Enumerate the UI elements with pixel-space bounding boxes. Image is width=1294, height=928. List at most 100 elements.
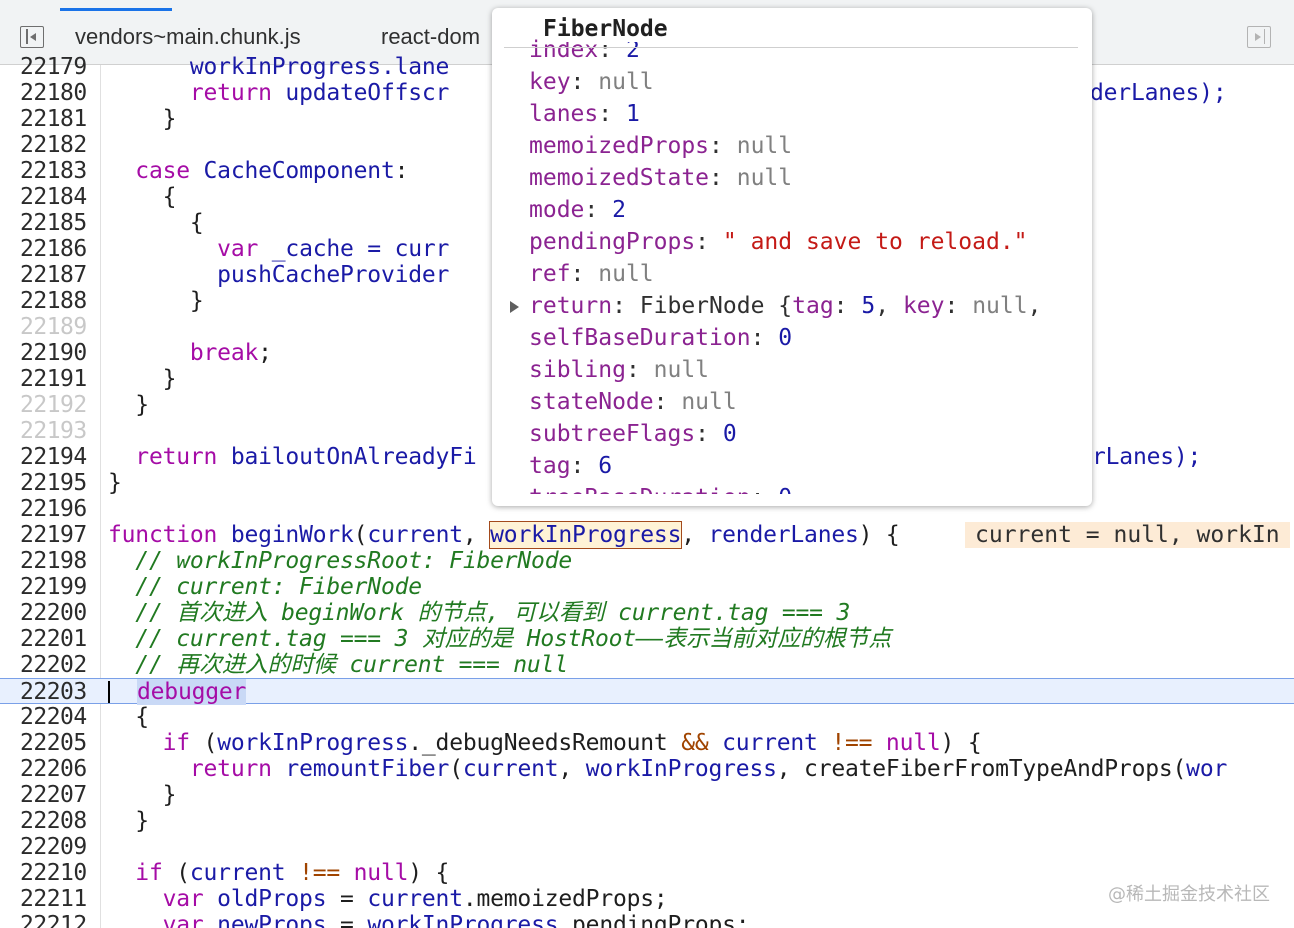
line-number[interactable]: 22196 (20, 496, 92, 522)
code-line: 22199 // current: FiberNode (0, 574, 1294, 600)
line-text: } (108, 106, 177, 132)
property-row: memoizedProps: null (529, 133, 793, 159)
line-number[interactable]: 22185 (20, 210, 92, 236)
line-number[interactable]: 22184 (20, 184, 92, 210)
line-text: debugger (137, 679, 246, 705)
property-row: tag: 6 (529, 453, 613, 479)
line-number[interactable]: 22203 (20, 679, 92, 705)
property-row: lanes: 1 (529, 101, 640, 127)
current-execution-line: 22203 debugger (0, 678, 1294, 705)
tab-vendors-chunk[interactable]: vendors~main.chunk.js (75, 24, 301, 50)
line-comment: // 再次进入的时候 current === null (108, 652, 568, 678)
line-text: } (108, 782, 177, 808)
property-row: memoizedState: null (529, 165, 793, 191)
code-line: 22208 } (0, 808, 1294, 834)
toggle-debugger-sidebar-icon[interactable] (1247, 26, 1271, 48)
code-line: 22209 (0, 834, 1294, 860)
line-text: return updateOffscr (108, 80, 450, 106)
code-line: 22211 var oldProps = current.memoizedPro… (0, 886, 1294, 912)
line-number[interactable]: 22190 (20, 340, 92, 366)
line-text: var newProps = workInProgress.pendingPro… (108, 912, 750, 928)
line-number[interactable]: 22181 (20, 106, 92, 132)
line-text: var _cache = curr (108, 236, 450, 262)
line-text: } (108, 288, 204, 314)
line-comment: // current.tag === 3 对应的是 HostRoot——表示当前… (108, 626, 892, 652)
tab-react-dom[interactable]: react-dom (381, 24, 480, 50)
popover-divider (504, 47, 1078, 48)
line-text: { (108, 210, 204, 236)
line-number[interactable]: 22212 (20, 912, 92, 928)
line-number[interactable]: 22207 (20, 782, 92, 808)
property-row: ref: null (529, 261, 654, 287)
line-number[interactable]: 22186 (20, 236, 92, 262)
property-row: subtreeFlags: 0 (529, 421, 737, 447)
code-line: 22197 function beginWork(current, workIn… (0, 521, 1294, 549)
line-number[interactable]: 22208 (20, 808, 92, 834)
popover-properties[interactable]: index: 2 key: null lanes: 1 memoizedProp… (492, 8, 1092, 494)
toggle-navigator-icon[interactable] (20, 26, 44, 48)
property-row: pendingProps: " and save to reload." (529, 229, 1028, 255)
line-number[interactable]: 22199 (20, 574, 92, 600)
line-number[interactable]: 22210 (20, 860, 92, 886)
hovered-token[interactable]: workInProgress (489, 521, 683, 549)
line-number[interactable]: 22191 (20, 366, 92, 392)
line-comment: // current: FiberNode (108, 574, 422, 600)
line-text: function beginWork(current, workInProgre… (108, 521, 900, 549)
line-number[interactable]: 22187 (20, 262, 92, 288)
line-number[interactable]: 22209 (20, 834, 92, 860)
code-line: 22212 var newProps = workInProgress.pend… (0, 912, 1294, 928)
code-line: 22204 { (0, 704, 1294, 730)
popover-title: FiberNode (543, 16, 674, 42)
code-line: 22200 // 首次进入 beginWork 的节点, 可以看到 curren… (0, 600, 1294, 626)
code-line: 22198 // workInProgressRoot: FiberNode (0, 548, 1294, 574)
line-number[interactable]: 22198 (20, 548, 92, 574)
line-number[interactable]: 22179 (20, 54, 92, 80)
property-row: treeBaseDuration: 0 (529, 482, 792, 494)
property-row: stateNode: null (529, 389, 737, 415)
line-comment: // 首次进入 beginWork 的节点, 可以看到 current.tag … (108, 600, 851, 626)
property-row: mode: 2 (529, 197, 626, 223)
line-number[interactable]: 22183 (20, 158, 92, 184)
line-text: } (108, 366, 177, 392)
line-number[interactable]: 22201 (20, 626, 92, 652)
line-text: { (108, 704, 149, 730)
property-row: selfBaseDuration: 0 (529, 325, 793, 351)
line-number[interactable]: 22193 (20, 418, 92, 444)
line-text: if (workInProgress._debugNeedsRemount &&… (108, 730, 982, 756)
line-number[interactable]: 22182 (20, 132, 92, 158)
code-line: 22201 // current.tag === 3 对应的是 HostRoot… (0, 626, 1294, 652)
line-text: case CacheComponent: (108, 158, 409, 184)
debugger-statement: debugger (137, 679, 247, 705)
line-number[interactable]: 22200 (20, 600, 92, 626)
line-text: workInProgress.lane (108, 54, 450, 80)
line-text-tail: rLanes); (1092, 444, 1202, 470)
code-line: 22206 return remountFiber(current, workI… (0, 756, 1294, 782)
property-row: key: null (529, 69, 654, 95)
line-number[interactable]: 22205 (20, 730, 92, 756)
line-number[interactable]: 22192 (20, 392, 92, 418)
line-number[interactable]: 22197 (20, 522, 92, 548)
watermark: @稀土掘金技术社区 (1108, 884, 1270, 905)
text-cursor (108, 681, 110, 703)
line-text: break; (108, 340, 272, 366)
line-text: } (108, 470, 122, 496)
line-number[interactable]: 22180 (20, 80, 92, 106)
line-number[interactable]: 22195 (20, 470, 92, 496)
line-number[interactable]: 22206 (20, 756, 92, 782)
expand-triangle-icon[interactable] (510, 301, 519, 313)
line-text: pushCacheProvider (108, 262, 450, 288)
line-number[interactable]: 22194 (20, 444, 92, 470)
object-preview-popover[interactable]: FiberNode index: 2 key: null lanes: 1 me… (492, 8, 1092, 506)
line-text: return bailoutOnAlreadyFi (108, 444, 477, 470)
line-number[interactable]: 22189 (20, 314, 92, 340)
line-number[interactable]: 22202 (20, 652, 92, 678)
line-text-tail: derLanes); (1090, 80, 1227, 106)
line-text: return remountFiber(current, workInProgr… (108, 756, 1228, 782)
line-number[interactable]: 22211 (20, 886, 92, 912)
property-row: sibling: null (529, 357, 710, 383)
line-text: { (108, 184, 177, 210)
line-number[interactable]: 22188 (20, 288, 92, 314)
line-text: } (108, 808, 149, 834)
line-text: } (108, 392, 149, 418)
line-number[interactable]: 22204 (20, 704, 92, 730)
